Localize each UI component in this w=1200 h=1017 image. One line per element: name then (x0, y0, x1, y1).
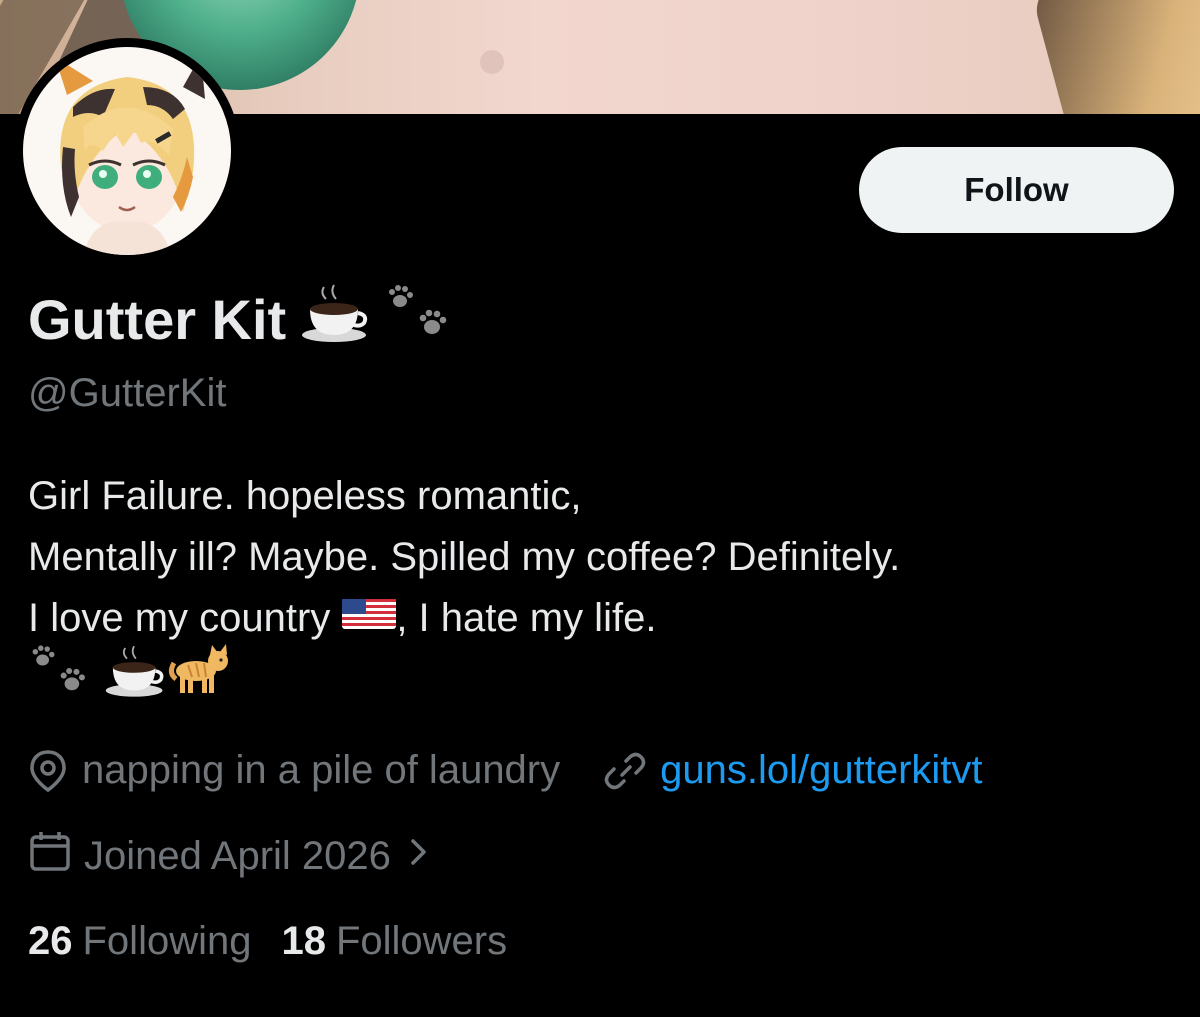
bio: Girl Failure. hopeless romantic, Mentall… (28, 466, 900, 710)
bio-line-4-emojis (28, 643, 900, 710)
joined-row[interactable]: Joined April 2026 (28, 829, 429, 883)
joined-date: Joined April 2026 (84, 833, 391, 878)
following-stat[interactable]: 26 Following (28, 919, 251, 964)
bio-line-3-start: I love my country (28, 596, 331, 640)
followers-count: 18 (281, 919, 326, 963)
paw-prints-icon (28, 643, 92, 717)
bio-line-3-end: , I hate my life. (396, 596, 657, 640)
location-pin-icon (28, 749, 68, 793)
display-name-row: Gutter Kit (28, 283, 454, 356)
us-flag-icon (342, 588, 397, 649)
cat-icon (166, 643, 232, 717)
location-text: napping in a pile of laundry (82, 748, 561, 792)
profile-meta-row-1: napping in a pile of laundry guns.lol/gu… (28, 748, 983, 793)
following-label: Following (82, 919, 252, 963)
paw-prints-icon (384, 283, 454, 356)
coffee-icon (300, 283, 370, 356)
link-icon (602, 749, 648, 793)
followers-label: Followers (335, 919, 508, 963)
coffee-icon (104, 644, 166, 716)
bio-line-1: Girl Failure. hopeless romantic, (28, 474, 582, 518)
location: napping in a pile of laundry (28, 748, 560, 793)
website-link[interactable]: guns.lol/gutterkitvt (660, 748, 982, 793)
bio-line-2: Mentally ill? Maybe. Spilled my coffee? … (28, 535, 901, 579)
follow-stats: 26 Following 18 Followers (28, 919, 537, 964)
display-name: Gutter Kit (28, 288, 287, 351)
avatar[interactable] (14, 38, 240, 264)
follow-button[interactable]: Follow (859, 147, 1174, 233)
followers-stat[interactable]: 18 Followers (281, 919, 507, 964)
bio-line-3: I love my country , I hate my life. (28, 588, 900, 649)
following-count: 26 (28, 919, 73, 963)
calendar-icon (28, 829, 72, 883)
user-handle: @GutterKit (28, 371, 227, 415)
chevron-right-icon (409, 834, 429, 879)
website[interactable]: guns.lol/gutterkitvt (602, 748, 983, 793)
